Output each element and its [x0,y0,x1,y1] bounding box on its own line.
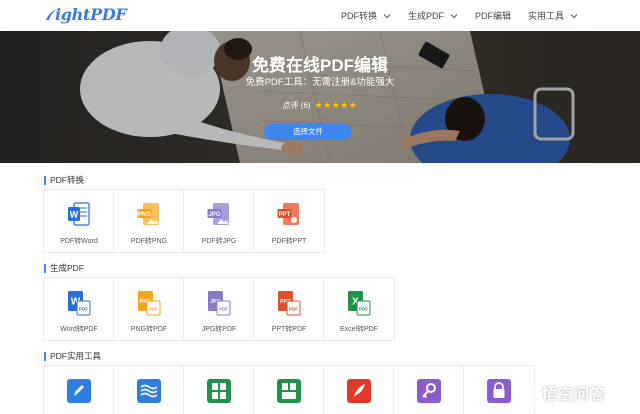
lock-icon [487,379,511,403]
top-navigation-bar: ightPDF PDF转换 生成PDF PDF编辑 实用工具 [0,0,640,31]
tool-tile-split[interactable] [184,366,254,414]
excel-to-pdf-icon: X PDF [348,291,371,316]
ppt-slide-icon: PPT [277,203,299,225]
site-logo[interactable]: ightPDF [44,5,127,24]
svg-text:PPT: PPT [279,212,291,218]
hero-subtitle: 免费PDF工具：无需注册&功能强大 [245,77,395,88]
platform-watermark: 悟空问答 [514,380,606,406]
tool-label: PDF转PPT [271,238,307,245]
section-title-pdf-convert: PDF转换 [44,176,84,185]
section-title-pdf-utilities: PDF实用工具 [44,352,101,361]
choose-file-button[interactable]: 选择文件 [264,124,352,140]
chevron-down-icon [570,13,578,18]
jpg-image-icon: JPG [207,203,229,225]
watermark-text: 悟空问答 [542,385,607,403]
png-image-icon: PNG [137,203,159,225]
svg-text:PDF: PDF [359,307,368,312]
tool-tile-unlock[interactable] [394,366,464,414]
tool-label: PDF转Word [60,238,98,245]
tool-tile-png-to-pdf[interactable]: PNG PDF PNG转PDF [114,278,184,340]
tool-tile-sign[interactable] [324,366,394,414]
tool-label: Excel转PDF [339,326,379,333]
jpg-to-pdf-icon: JPG PDF [208,291,231,316]
nav-utility-tools[interactable]: 实用工具 [528,0,578,31]
tool-tile-ppt-to-pdf[interactable]: PPT PDF PPT转PDF [254,278,324,340]
word-doc-icon: W [68,202,90,226]
tool-label: Word转PDF [60,326,98,333]
wukong-logo-icon [514,381,538,405]
merge-pages-icon [277,379,301,403]
svg-text:PDF: PDF [149,307,158,312]
tool-tile-pdf-to-word[interactable]: W PDF转Word [44,190,114,252]
star-rating-icons[interactable]: ★★★★★ [315,100,358,110]
nav-label: PDF转换 [341,11,378,21]
svg-text:PDF: PDF [289,307,298,312]
tool-label: JPG转PDF [201,326,237,333]
nav-label: 生成PDF [408,11,445,21]
hero-banner: 免费在线PDF编辑 免费PDF工具：无需注册&功能强大 点评 (6) ★★★★★ … [0,31,640,163]
tool-tile-pdf-to-jpg[interactable]: JPG PDF转JPG [184,190,254,252]
tool-label: PDF转PNG [130,238,168,245]
tool-tile-jpg-to-pdf[interactable]: JPG PDF JPG转PDF [184,278,254,340]
tool-tile-pdf-to-png[interactable]: PNG PDF转PNG [114,190,184,252]
chevron-down-icon [383,13,391,18]
ppt-to-pdf-icon: PPT PDF [278,291,301,316]
sign-feather-icon [347,379,371,403]
section-title-create-pdf: 生成PDF [44,264,84,273]
nav-label: 实用工具 [528,11,565,21]
nav-label: PDF编辑 [475,11,512,21]
tool-tile-pdf-to-ppt[interactable]: PPT PDF转PPT [254,190,324,252]
svg-text:PDF: PDF [79,307,88,312]
edit-pen-icon [67,379,91,403]
tool-row-pdf-utilities [43,365,535,414]
tool-label: PPT转PDF [271,326,307,333]
tool-tile-watermark[interactable] [114,366,184,414]
rating-label: 点评 (6) [282,101,311,110]
nav-pdf-edit[interactable]: PDF编辑 [475,0,511,31]
svg-text:PDF: PDF [219,307,228,312]
svg-text:W: W [70,210,79,220]
logo-text: ightPDF [55,5,127,24]
tool-tile-word-to-pdf[interactable]: W PDF Word转PDF [44,278,114,340]
chevron-down-icon [450,13,458,18]
svg-text:JPG: JPG [208,212,220,218]
tool-label: PDF转JPG [201,238,237,245]
hero-title: 免费在线PDF编辑 [252,56,388,75]
unlock-key-icon [417,379,441,403]
tool-tile-merge[interactable] [254,366,324,414]
png-to-pdf-icon: PNG PDF [138,291,161,316]
split-pages-icon [207,379,231,403]
watermark-waves-icon [137,379,161,403]
rating-summary[interactable]: 点评 (6) ★★★★★ [0,100,640,111]
svg-text:PNG: PNG [138,212,151,218]
tool-row-pdf-convert: W PDF转Word PNG PDF转PNG JPG PDF转JPG PPT P… [43,189,325,253]
word-to-pdf-icon: W PDF [68,291,91,316]
nav-create-pdf[interactable]: 生成PDF [408,0,458,31]
tool-row-create-pdf: W PDF Word转PDF PNG PDF PNG转PDF JPG PDF J… [43,277,395,341]
tool-tile-edit[interactable] [44,366,114,414]
tool-tile-excel-to-pdf[interactable]: X PDF Excel转PDF [324,278,394,340]
nav-pdf-convert[interactable]: PDF转换 [341,0,391,31]
tool-label: PNG转PDF [130,326,168,333]
